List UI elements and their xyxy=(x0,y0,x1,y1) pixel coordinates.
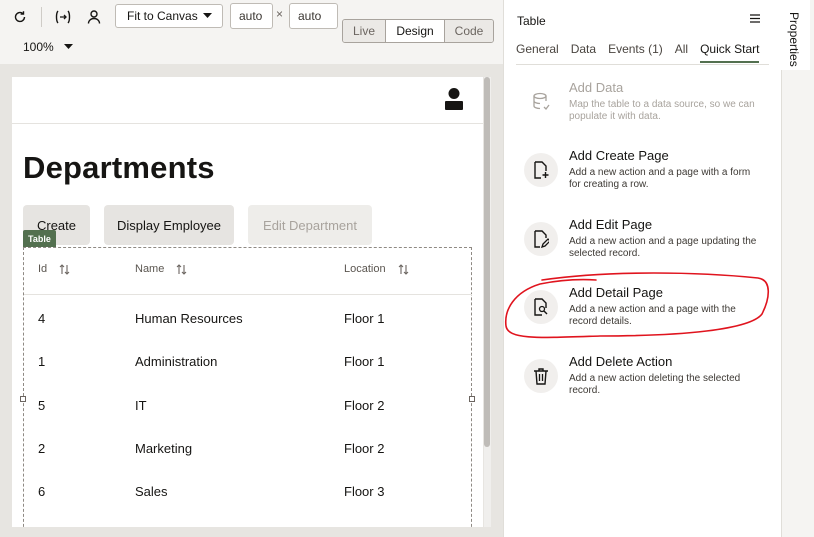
canvas-scrollbar-thumb[interactable] xyxy=(484,77,490,447)
sort-icon[interactable] xyxy=(398,263,409,275)
mode-code-button[interactable]: Code xyxy=(445,20,493,42)
action-title: Add Delete Action xyxy=(569,354,673,369)
column-header-id[interactable]: Id xyxy=(38,263,70,275)
edit-department-button[interactable]: Edit Department xyxy=(248,205,372,245)
tabs-divider xyxy=(516,64,769,65)
cell-location: Floor 1 xyxy=(344,354,385,369)
page-edit-icon xyxy=(524,222,558,256)
mode-live-button[interactable]: Live xyxy=(343,20,385,42)
tab-events[interactable]: Events (1) xyxy=(608,42,663,63)
page-title: Departments xyxy=(23,150,215,185)
toolbar-divider xyxy=(41,7,42,27)
sort-icon[interactable] xyxy=(176,263,187,275)
page-preview: Departments Create Display Employee Edit… xyxy=(12,77,483,527)
cell-name: Marketing xyxy=(135,441,193,456)
dimension-separator: × xyxy=(276,7,284,21)
table-row[interactable]: 2 Marketing Floor 2 xyxy=(12,441,483,461)
panel-tabs: General Data Events (1) All Quick Start xyxy=(516,42,771,63)
canvas-height-input[interactable]: auto xyxy=(289,3,338,29)
quick-start-add-delete-action[interactable]: Add Delete Action Add a new action delet… xyxy=(524,354,764,404)
quick-start-add-data[interactable]: Add Data Map the table to a data source,… xyxy=(524,80,764,130)
cell-location: Floor 2 xyxy=(344,398,385,413)
cell-name: Sales xyxy=(135,484,168,499)
table-header-divider xyxy=(24,294,472,295)
user-avatar-icon[interactable] xyxy=(445,88,463,110)
cell-id: 1 xyxy=(38,354,46,369)
cell-location: Floor 3 xyxy=(344,484,385,499)
column-header-label: Location xyxy=(344,263,386,275)
trash-icon xyxy=(524,359,558,393)
zoom-select[interactable]: 100% xyxy=(23,40,73,54)
page-header xyxy=(12,77,483,124)
tab-all[interactable]: All xyxy=(675,42,688,63)
variables-icon[interactable] xyxy=(51,5,75,29)
table-row[interactable]: 5 IT Floor 2 xyxy=(12,398,483,418)
database-icon xyxy=(524,85,558,119)
cell-location: Floor 2 xyxy=(344,441,385,456)
cell-id: 6 xyxy=(38,484,46,499)
chevron-down-icon xyxy=(203,13,212,19)
properties-panel: Table General Data Events (1) All Quick … xyxy=(503,0,781,537)
panel-title: Table xyxy=(517,14,546,28)
properties-side-tab-label: Properties xyxy=(787,12,801,67)
column-header-label: Name xyxy=(135,263,165,275)
action-description: Map the table to a data source, so we ca… xyxy=(569,99,755,122)
cell-name: IT xyxy=(135,398,147,413)
action-title: Add Data xyxy=(569,80,624,95)
fit-to-canvas-label: Fit to Canvas xyxy=(127,9,198,23)
refresh-icon[interactable] xyxy=(8,5,32,29)
user-icon[interactable] xyxy=(82,5,106,29)
table-component-tag: Table xyxy=(23,230,56,247)
view-mode-switcher: Live Design Code xyxy=(342,19,494,43)
zoom-level: 100% xyxy=(23,40,54,54)
column-header-location[interactable]: Location xyxy=(344,263,409,275)
action-description: Add a new action and a page updating the… xyxy=(569,236,757,259)
cell-id: 5 xyxy=(38,398,46,413)
table-row[interactable]: 4 Human Resources Floor 1 xyxy=(12,311,483,331)
action-title: Add Edit Page xyxy=(569,217,653,232)
tab-general[interactable]: General xyxy=(516,42,559,63)
chevron-down-icon xyxy=(63,44,73,50)
column-header-name[interactable]: Name xyxy=(135,263,187,275)
annotation-ellipse xyxy=(505,272,770,339)
mode-design-button[interactable]: Design xyxy=(385,20,445,42)
canvas-width-input[interactable]: auto xyxy=(230,3,273,29)
cell-name: Human Resources xyxy=(135,311,243,326)
action-description: Add a new action and a page with a form … xyxy=(569,167,751,190)
cell-id: 2 xyxy=(38,441,46,456)
quick-start-add-create-page[interactable]: Add Create Page Add a new action and a p… xyxy=(524,148,764,198)
cell-location: Floor 1 xyxy=(344,311,385,326)
action-description: Add a new action deleting the selected r… xyxy=(569,373,741,396)
page-plus-icon xyxy=(524,153,558,187)
tab-data[interactable]: Data xyxy=(571,42,596,63)
display-employee-button[interactable]: Display Employee xyxy=(104,205,234,245)
sort-icon[interactable] xyxy=(59,263,70,275)
side-tab-strip xyxy=(781,0,814,537)
quick-start-add-edit-page[interactable]: Add Edit Page Add a new action and a pag… xyxy=(524,217,764,267)
action-title: Add Create Page xyxy=(569,148,669,163)
tab-quick-start[interactable]: Quick Start xyxy=(700,42,760,63)
table-row[interactable]: 1 Administration Floor 1 xyxy=(12,354,483,374)
hamburger-menu-icon[interactable] xyxy=(750,14,760,23)
table-row[interactable]: 6 Sales Floor 3 xyxy=(12,484,483,504)
column-header-label: Id xyxy=(38,263,48,275)
fit-to-canvas-select[interactable]: Fit to Canvas xyxy=(115,4,223,28)
cell-id: 4 xyxy=(38,311,46,326)
cell-name: Administration xyxy=(135,354,218,369)
